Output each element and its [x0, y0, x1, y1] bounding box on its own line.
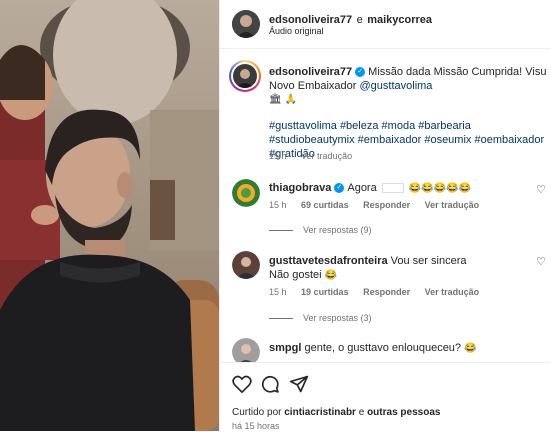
comment-button[interactable]: [260, 374, 280, 399]
caption-emojis: 🏛 🙏: [269, 94, 297, 105]
comment-reply-button[interactable]: Responder: [363, 287, 410, 297]
avatar-image: [232, 10, 260, 38]
comment-text: Vou ser sincera: [390, 255, 467, 267]
comment-likes[interactable]: 19 curtidas: [301, 287, 349, 297]
caption-translate-link[interactable]: Ver tradução: [301, 151, 352, 161]
share-button[interactable]: [289, 374, 309, 399]
hashtag[interactable]: #oembaixador: [474, 134, 544, 146]
verified-icon: ✓: [334, 183, 345, 194]
comment-text-line-2: Não gostei: [269, 269, 322, 281]
caption-meta: 15 h Ver tradução: [269, 151, 364, 161]
header-user-2[interactable]: maikycorrea: [367, 14, 432, 26]
caption-avatar[interactable]: [229, 60, 261, 92]
comment-emojis: 😂: [464, 343, 477, 354]
post-actions-bar: Curtido por cintiacristinabr e outras pe…: [220, 362, 551, 432]
comment-meta: 15 h 69 curtidas Responder Ver tradução: [269, 200, 491, 210]
comment-avatar[interactable]: [232, 251, 260, 279]
hashtag[interactable]: #barbearia: [418, 120, 471, 132]
avatar-image: [233, 64, 257, 88]
replies-line: [269, 230, 293, 232]
caption-username[interactable]: edsonoliveira77: [269, 66, 352, 78]
liked-by: Curtido por cintiacristinabr e outras pe…: [232, 407, 440, 418]
comment-emojis: 😂: [324, 270, 338, 281]
hashtag[interactable]: #moda: [382, 120, 416, 132]
post-photo: [0, 0, 219, 431]
verified-icon: ✓: [355, 67, 366, 78]
comment-body: thiagobrava ✓ Agora 😂😂😂😂😂: [269, 182, 471, 194]
post-media[interactable]: [0, 0, 219, 431]
comment-icon: [261, 375, 279, 393]
comment-likes[interactable]: 69 curtidas: [301, 200, 349, 210]
comment-time: 15 h: [269, 200, 287, 210]
comment-body: gusttavetesdafronteira Vou ser sincera N…: [269, 254, 539, 283]
avatar-image: [232, 179, 260, 207]
post-detail-panel: edsonoliveira77 e maikycorrea Áudio orig…: [219, 0, 551, 432]
audio-label[interactable]: Áudio original: [269, 26, 324, 36]
hashtag[interactable]: #gusttavolima: [269, 120, 337, 132]
hashtag[interactable]: #oseumix: [424, 134, 471, 146]
liked-by-joiner: e: [358, 407, 365, 418]
comment-time: 15 h: [269, 287, 287, 297]
header-user-1[interactable]: edsonoliveira77: [269, 14, 352, 26]
post-timestamp[interactable]: há 15 horas: [232, 421, 280, 431]
comment-username[interactable]: thiagobrava: [269, 182, 331, 194]
header-avatar[interactable]: [232, 10, 260, 38]
comment-translate-link[interactable]: Ver tradução: [425, 287, 480, 297]
view-replies-label: Ver respostas (9): [303, 225, 372, 235]
comment-username[interactable]: smpgl: [269, 342, 301, 354]
heart-icon: [232, 375, 252, 394]
comment-meta: 15 h 19 curtidas Responder Ver tradução: [269, 287, 491, 297]
comment-like-icon[interactable]: ♡: [536, 183, 546, 196]
comment-body: smpgl gente, o gusttavo enlouqueceu? 😂: [269, 342, 477, 354]
comment-text: gente, o gusttavo enlouqueceu?: [304, 342, 462, 354]
comment-username[interactable]: gusttavetesdafronteira: [269, 255, 388, 267]
post-header: edsonoliveira77 e maikycorrea Áudio orig…: [220, 0, 551, 49]
hashtag[interactable]: #studiobeautymix: [269, 134, 355, 146]
liked-by-user[interactable]: cintiacristinabr: [284, 407, 356, 418]
comment-avatar[interactable]: [232, 179, 260, 207]
comment-reply-button[interactable]: Responder: [363, 200, 410, 210]
caption-text-block: edsonoliveira77 ✓ Missão dada Missão Cumpr…: [269, 65, 547, 107]
view-replies-button[interactable]: Ver respostas (9): [269, 225, 372, 235]
avatar-image: [232, 251, 260, 279]
hashtag[interactable]: #beleza: [340, 120, 379, 132]
replies-line: [269, 318, 293, 320]
comment-emoji-box: [381, 183, 404, 194]
comment-text: Agora: [347, 182, 377, 194]
view-replies-button[interactable]: Ver respostas (3): [269, 313, 372, 323]
liked-by-prefix: Curtido por: [232, 407, 282, 418]
comment-like-icon[interactable]: ♡: [536, 255, 546, 268]
view-replies-label: Ver respostas (3): [303, 313, 372, 323]
like-button[interactable]: [232, 375, 252, 398]
comment-translate-link[interactable]: Ver tradução: [425, 200, 480, 210]
comment-emojis: 😂😂😂😂😂: [408, 183, 472, 194]
header-joiner: e: [356, 14, 363, 26]
caption-time: 15 h: [269, 151, 287, 161]
liked-by-others[interactable]: outras pessoas: [367, 407, 440, 418]
hashtag[interactable]: #embaixador: [358, 134, 422, 146]
send-icon: [289, 375, 309, 393]
caption-mention[interactable]: @gusttavolima: [360, 80, 433, 92]
